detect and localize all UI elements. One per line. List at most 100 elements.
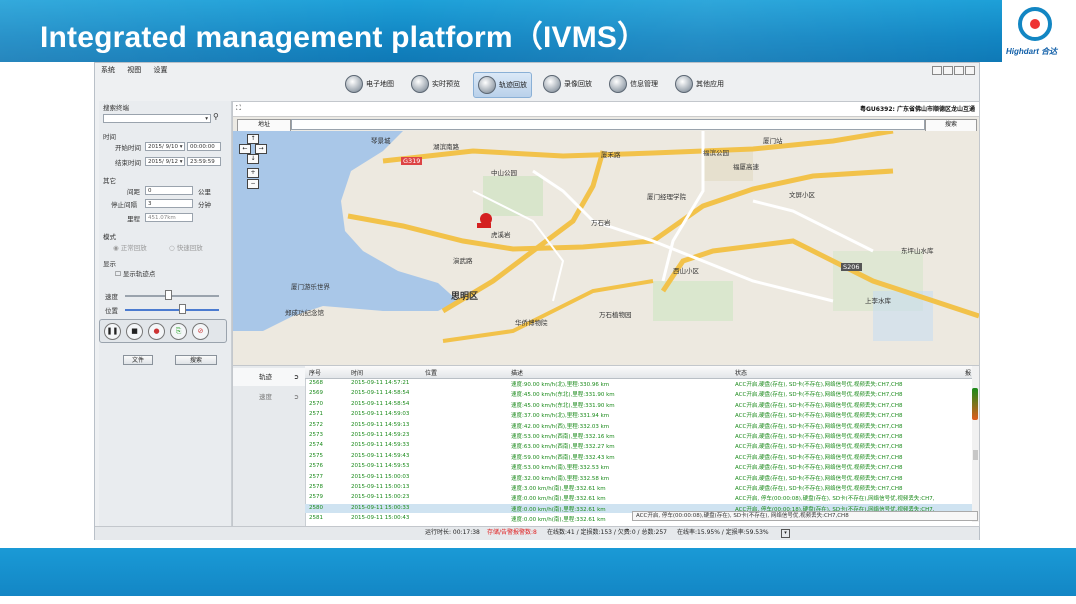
- table-row[interactable]: 2578 2015-09-11 15:00:13 速度:3.00 km/h(南),里…: [305, 483, 979, 492]
- menu-settings[interactable]: 设置: [153, 66, 167, 74]
- map-label: S206: [841, 263, 862, 271]
- position-slider-handle[interactable]: [179, 304, 186, 314]
- start-time-input[interactable]: 00:00:00: [187, 142, 221, 151]
- cell-id: 2578: [309, 484, 323, 490]
- table-row[interactable]: 2569 2015-09-11 14:58:54 速度:45.00 km/h(东北)…: [305, 389, 979, 398]
- main-toolbar: 电子地图 实时预览 轨迹回放 录像回放 信息管理 其他应用: [345, 72, 745, 98]
- menubar: 系统 视图 设置: [101, 65, 177, 75]
- export-icon[interactable]: ⎘: [170, 323, 187, 340]
- status-bar: 运行时长: 00:17:38 存储/告警报警数:8 在线数:41 / 定损数:1…: [95, 526, 979, 540]
- map-header: ⛶ 粤GU6392: 广东省佛山市顺德区龙山互通: [233, 102, 979, 117]
- position-slider[interactable]: [125, 309, 219, 311]
- other-section-label: 其它: [103, 177, 116, 185]
- status-tooltip: ACC开启, 停车(00:00:08),硬盘(存在), SD卡(不存在), 网络…: [632, 511, 978, 521]
- table-row[interactable]: 2573 2015-09-11 14:59:23 速度:53.00 km/h(西南)…: [305, 431, 979, 440]
- map-panel: ⛶ 粤GU6392: 广东省佛山市顺德区龙山互通 地址 搜索 ↑ ← → ↓ +…: [232, 101, 980, 367]
- cell-id: 2576: [309, 463, 323, 470]
- start-date-input[interactable]: 2015/ 9/10 ▾: [145, 142, 185, 151]
- table-row[interactable]: 2571 2015-09-11 14:59:03 速度:37.00 km/h(北),…: [305, 410, 979, 419]
- speed-slider[interactable]: [125, 295, 219, 297]
- range-select[interactable]: 0: [145, 186, 193, 195]
- pan-left-icon[interactable]: ←: [239, 144, 251, 154]
- speed-slider-handle[interactable]: [165, 290, 172, 300]
- tool-info[interactable]: 信息管理: [609, 72, 658, 96]
- tool-track[interactable]: 轨迹回放: [473, 72, 532, 98]
- expand-icon[interactable]: ⛶: [236, 104, 241, 113]
- tool-playback[interactable]: 录像回放: [543, 72, 592, 96]
- show-points-checkbox[interactable]: ☐ 显示轨迹点: [115, 268, 155, 278]
- clear-icon[interactable]: ⊘: [192, 323, 209, 340]
- cell-status: ACC开启,硬盘(存在), SD卡(不存在),网络信号优,视频丢失:CH7,CH…: [735, 392, 903, 399]
- end-time-input[interactable]: 23:59:59: [187, 157, 221, 166]
- logo-text: Highdart 合达: [1006, 47, 1058, 56]
- map-canvas[interactable]: ↑ ← → ↓ + − 琴景城 湖滨南路 厦门站 福滨公园 厦禾路 中山公园 文…: [233, 131, 979, 366]
- cell-time: 2015-09-11 14:58:54: [351, 390, 410, 397]
- pan-down-icon[interactable]: ↓: [247, 154, 259, 164]
- tab-track[interactable]: 轨迹 ➲: [233, 368, 305, 386]
- stop-interval-input[interactable]: 3: [145, 199, 193, 208]
- restore-icon[interactable]: [943, 66, 953, 75]
- cell-desc: 速度:0.00 km/h(南),里程:332.61 km: [511, 496, 606, 503]
- cell-desc: 速度:42.00 km/h(西),里程:332.03 km: [511, 423, 610, 430]
- map-label: 福厦高速: [733, 163, 759, 171]
- video-icon: [543, 75, 561, 93]
- table-row[interactable]: 2579 2015-09-11 15:00:23 速度:0.00 km/h(南),里…: [305, 493, 979, 502]
- end-date-input[interactable]: 2015/ 9/12 ▾: [145, 157, 185, 166]
- mode-normal-radio[interactable]: ◉ 正常回放: [113, 242, 147, 252]
- cell-desc: 速度:59.00 km/h(西南),里程:332.43 km: [511, 454, 615, 461]
- table-row[interactable]: 2568 2015-09-11 14:57:21 速度:90.00 km/h(北),…: [305, 379, 979, 388]
- cell-desc: 速度:0.00 km/h(南),里程:332.61 km: [511, 517, 606, 522]
- menu-view[interactable]: 视图: [127, 66, 141, 74]
- pan-up-icon[interactable]: ↑: [247, 134, 259, 144]
- tool-label: 其他应用: [696, 80, 724, 88]
- tab-label: 速度: [259, 393, 272, 401]
- tool-map[interactable]: 电子地图: [345, 72, 394, 96]
- mode-section-label: 模式: [103, 233, 116, 241]
- status-dropdown-icon[interactable]: ▾: [781, 529, 790, 538]
- alarm-text: 存储/告警报警数:8: [487, 529, 537, 536]
- search-icon[interactable]: ⚲: [213, 112, 219, 121]
- cell-time: 2015-09-11 15:00:23: [351, 494, 410, 501]
- cell-time: 2015-09-11 15:00:33: [351, 504, 410, 511]
- position-label: 位置: [105, 307, 118, 315]
- tool-live[interactable]: 实时预览: [411, 72, 460, 96]
- tool-label: 轨迹回放: [499, 81, 527, 89]
- stop-icon[interactable]: ■: [126, 323, 143, 340]
- file-button[interactable]: 文件: [123, 355, 153, 365]
- scroll-thumb[interactable]: [973, 450, 978, 460]
- table-row[interactable]: 2572 2015-09-11 14:59:13 速度:42.00 km/h(西),…: [305, 421, 979, 430]
- table-row[interactable]: 2576 2015-09-11 14:59:53 速度:53.00 km/h(南),…: [305, 462, 979, 471]
- search-button[interactable]: 搜索: [175, 355, 217, 365]
- tab-speed[interactable]: 速度 ➲: [233, 388, 305, 406]
- runtime-text: 运行时长: 00:17:38: [425, 529, 480, 536]
- cell-desc: 速度:53.00 km/h(南),里程:332.53 km: [511, 465, 610, 472]
- tool-apps[interactable]: 其他应用: [675, 72, 724, 96]
- speed-label: 速度: [105, 293, 118, 301]
- record-icon[interactable]: ●: [148, 323, 165, 340]
- table-row[interactable]: 2577 2015-09-11 15:00:03 速度:32.00 km/h(南),…: [305, 473, 979, 482]
- cell-status: ACC开启,硬盘(存在), SD卡(不存在),网络信号优,视频丢失:CH7,CH…: [735, 465, 903, 472]
- close-icon[interactable]: [965, 66, 975, 75]
- table-row[interactable]: 2574 2015-09-11 14:59:33 速度:63.00 km/h(西南)…: [305, 441, 979, 450]
- pause-icon[interactable]: ❚❚: [104, 323, 121, 340]
- end-time-label: 结束时间: [115, 159, 141, 167]
- zoom-in-icon[interactable]: +: [247, 168, 259, 178]
- online-count-text: 在线数:41 / 定损数:153 / 欠费:0 / 总数:257: [547, 529, 667, 536]
- menu-system[interactable]: 系统: [101, 66, 115, 74]
- cell-desc: 速度:90.00 km/h(北),里程:330.96 km: [511, 382, 610, 388]
- table-row[interactable]: 2570 2015-09-11 14:58:54 速度:45.00 km/h(东北)…: [305, 400, 979, 409]
- table-row[interactable]: 2575 2015-09-11 14:59:43 速度:59.00 km/h(西南)…: [305, 452, 979, 461]
- logo: Highdart 合达: [1002, 0, 1076, 62]
- terminal-search-input[interactable]: ▾: [103, 114, 211, 123]
- zoom-out-icon[interactable]: −: [247, 179, 259, 189]
- search-terminal-label: 搜索终端: [103, 104, 129, 112]
- pan-right-icon[interactable]: →: [255, 144, 267, 154]
- minimize-icon[interactable]: [932, 66, 942, 75]
- address-input[interactable]: [291, 119, 925, 130]
- signal-gauge-icon: [972, 388, 978, 420]
- maximize-icon[interactable]: [954, 66, 964, 75]
- col-alarm: 报: [965, 370, 972, 377]
- mode-fast-radio[interactable]: ○ 快速回放: [169, 242, 203, 252]
- tab-label: 轨迹: [259, 373, 272, 381]
- stop-interval-label: 停止间隔: [111, 201, 137, 209]
